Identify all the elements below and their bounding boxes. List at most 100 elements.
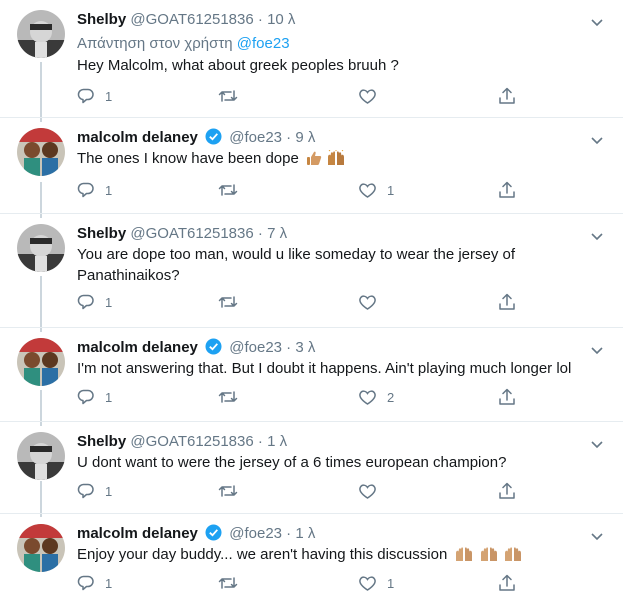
user-handle[interactable]: @foe23 (229, 339, 282, 356)
tweet-text-container: The ones I know have been dope (77, 148, 607, 172)
avatar[interactable] (17, 338, 65, 386)
caret-down-icon[interactable] (589, 14, 605, 30)
caret-down-icon[interactable] (589, 436, 605, 452)
like-icon (359, 390, 376, 405)
avatar[interactable] (17, 128, 65, 176)
like-button[interactable] (358, 481, 387, 501)
like-button[interactable] (358, 86, 387, 106)
retweet-icon (218, 296, 238, 308)
timestamp[interactable]: 9 λ (295, 129, 315, 146)
display-name[interactable]: malcolm delaney (77, 129, 198, 146)
reply-button[interactable]: 1 (77, 292, 112, 312)
avatar[interactable] (17, 224, 65, 272)
retweet-button[interactable] (218, 86, 248, 106)
timestamp[interactable]: 7 λ (267, 225, 287, 242)
share-icon (499, 293, 515, 310)
reply-to-link[interactable]: @foe23 (237, 35, 290, 52)
user-handle[interactable]: @GOAT61251836 (130, 225, 253, 242)
separator-dot: · (257, 11, 263, 28)
reply-context: Απάντηση στον χρήστη @foe23 (77, 34, 290, 54)
like-icon (359, 576, 376, 591)
retweet-icon (218, 485, 238, 497)
reply-thread: Shelby @GOAT61251836 · 10 λ Απάντηση στο… (0, 0, 623, 600)
display-name[interactable]: Shelby (77, 11, 126, 28)
share-button[interactable] (498, 481, 516, 501)
tweet-text-container: Enjoy your day buddy... we aren't having… (77, 544, 607, 568)
share-icon (499, 482, 515, 499)
like-button[interactable]: 2 (358, 387, 394, 407)
display-name[interactable]: Shelby (77, 225, 126, 242)
tweet[interactable]: malcolm delaney @foe23 · 1 λ Enjoy your … (0, 514, 623, 600)
caret-down-icon[interactable] (589, 132, 605, 148)
share-button[interactable] (498, 387, 516, 407)
retweet-button[interactable] (218, 292, 248, 312)
tweet-header: malcolm delaney @foe23 · 1 λ (77, 524, 315, 544)
display-name[interactable]: malcolm delaney (77, 339, 198, 356)
reply-button[interactable]: 1 (77, 387, 112, 407)
like-icon (359, 295, 376, 310)
raising-hands-emoji-icon (328, 149, 345, 165)
share-button[interactable] (498, 292, 516, 312)
timestamp[interactable]: 1 λ (267, 433, 287, 450)
display-name[interactable]: malcolm delaney (77, 525, 198, 542)
emoji-group (306, 149, 346, 172)
share-button[interactable] (498, 86, 516, 106)
caret-down-icon[interactable] (589, 228, 605, 244)
user-handle[interactable]: @foe23 (229, 129, 282, 146)
timestamp[interactable]: 1 λ (295, 525, 315, 542)
like-icon (359, 484, 376, 499)
like-count: 2 (387, 389, 395, 405)
separator-dot: · (286, 339, 292, 356)
tweet-header: malcolm delaney @foe23 · 3 λ (77, 338, 315, 358)
user-handle[interactable]: @GOAT61251836 (130, 433, 253, 450)
like-button[interactable]: 1 (358, 573, 394, 593)
timestamp[interactable]: 10 λ (267, 11, 295, 28)
reply-count: 1 (105, 575, 113, 591)
avatar[interactable] (17, 524, 65, 572)
timestamp[interactable]: 3 λ (295, 339, 315, 356)
share-icon (499, 388, 515, 405)
retweet-icon (218, 391, 238, 403)
tweet-text: You are dope too man, would u like somed… (77, 246, 516, 284)
emoji-group (454, 546, 522, 568)
reply-button[interactable]: 1 (77, 481, 112, 501)
tweet-actions: 1 (77, 86, 537, 106)
tweet[interactable]: Shelby @GOAT61251836 · 1 λ U dont want t… (0, 422, 623, 514)
reply-count: 1 (105, 483, 113, 499)
like-icon (359, 89, 376, 104)
avatar[interactable] (17, 10, 65, 58)
share-button[interactable] (498, 180, 516, 200)
caret-down-icon[interactable] (589, 342, 605, 358)
reply-icon (77, 483, 94, 499)
user-handle[interactable]: @GOAT61251836 (130, 11, 253, 28)
raising-hands-emoji-icon (456, 547, 473, 561)
share-button[interactable] (498, 573, 516, 593)
tweet-text: Hey Malcolm, what about greek peoples br… (77, 57, 399, 74)
tweet-actions: 1 (77, 481, 537, 501)
retweet-button[interactable] (218, 180, 248, 200)
tweet-text: I'm not answering that. But I doubt it h… (77, 360, 572, 377)
tweet[interactable]: Shelby @GOAT61251836 · 7 λ You are dope … (0, 214, 623, 328)
tweet[interactable]: Shelby @GOAT61251836 · 10 λ Απάντηση στο… (0, 0, 623, 118)
display-name[interactable]: Shelby (77, 433, 126, 450)
reply-button[interactable]: 1 (77, 86, 112, 106)
share-icon (499, 87, 515, 104)
tweet-header: malcolm delaney @foe23 · 9 λ (77, 128, 315, 148)
reply-icon (77, 575, 94, 591)
user-handle[interactable]: @foe23 (229, 525, 282, 542)
caret-down-icon[interactable] (589, 528, 605, 544)
reply-button[interactable]: 1 (77, 573, 112, 593)
separator-dot: · (257, 225, 263, 242)
share-icon (499, 574, 515, 591)
retweet-button[interactable] (218, 481, 248, 501)
reply-button[interactable]: 1 (77, 180, 112, 200)
tweet-header: Shelby @GOAT61251836 · 7 λ (77, 224, 287, 244)
like-button[interactable] (358, 292, 387, 312)
avatar[interactable] (17, 432, 65, 480)
retweet-button[interactable] (218, 573, 248, 593)
retweet-button[interactable] (218, 387, 248, 407)
tweet[interactable]: malcolm delaney @foe23 · 9 λ The ones I … (0, 118, 623, 214)
like-count: 1 (387, 182, 395, 198)
tweet[interactable]: malcolm delaney @foe23 · 3 λ I'm not ans… (0, 328, 623, 422)
like-button[interactable]: 1 (358, 180, 394, 200)
